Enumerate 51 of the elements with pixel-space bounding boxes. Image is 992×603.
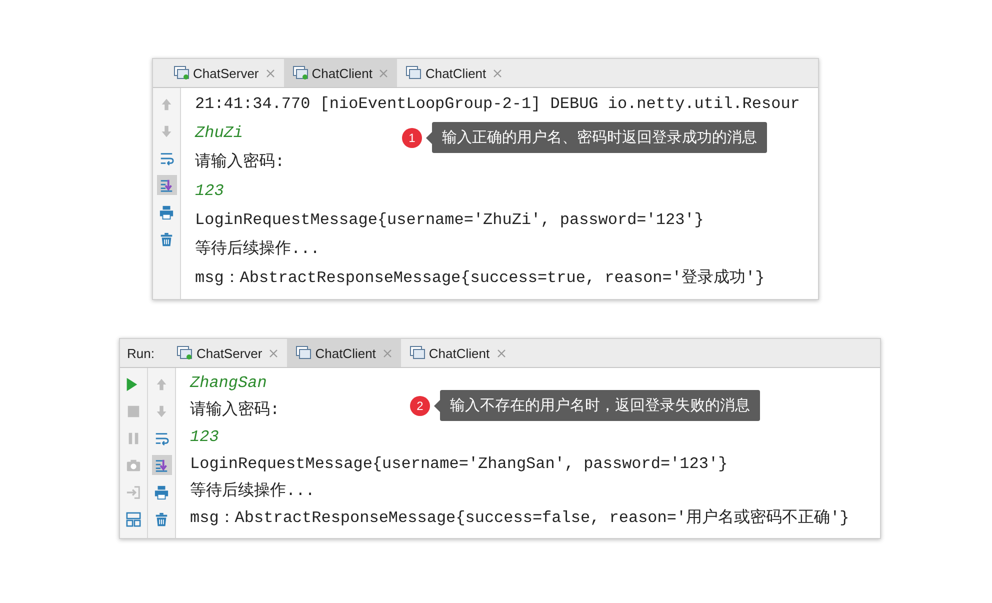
- console-tab[interactable]: ChatClient: [397, 59, 512, 87]
- number-badge: 1: [402, 128, 422, 148]
- console-output-line: 等待后续操作...: [195, 238, 320, 260]
- console-output-line: 请输入密码:: [195, 152, 285, 173]
- console-tab[interactable]: ChatClient: [400, 339, 515, 367]
- close-icon[interactable]: [266, 68, 275, 78]
- console-tab[interactable]: ChatClient: [287, 339, 401, 367]
- printer-icon: [154, 484, 169, 500]
- camera-icon: [126, 458, 141, 472]
- callout-pointer: [434, 400, 440, 412]
- console-input-line: ZhuZi: [195, 123, 244, 144]
- arrow-up-icon: [154, 376, 169, 392]
- layout-icon: [126, 512, 141, 526]
- callout-tooltip: 输入正确的用户名、密码时返回登录成功的消息: [432, 122, 767, 153]
- close-icon[interactable]: [379, 68, 388, 78]
- close-icon[interactable]: [496, 348, 506, 358]
- console-tab[interactable]: ChatServer: [168, 339, 288, 367]
- console-output-line: 请输入密码:: [190, 400, 280, 421]
- scroll-to-end-icon: [159, 178, 174, 192]
- callout-tooltip: 输入不存在的用户名时，返回登录失败的消息: [440, 390, 760, 421]
- console-tab[interactable]: ChatClient: [284, 59, 398, 87]
- printer-icon: [159, 204, 174, 220]
- arrow-up-icon: [159, 96, 174, 112]
- scroll-to-end-icon: [154, 458, 169, 472]
- callout-pointer: [426, 132, 432, 144]
- wrap-icon: [159, 150, 174, 166]
- console-output-line: msg：AbstractResponseMessage{success=true, reason='登录成功'}: [195, 268, 765, 289]
- console-input-line: 123: [190, 427, 219, 448]
- close-icon[interactable]: [382, 348, 392, 358]
- scroll-to-end-button[interactable]: [156, 175, 176, 195]
- console-tab[interactable]: ChatServer: [165, 59, 284, 87]
- sign-in-icon: [126, 484, 141, 500]
- console-input-line: ZhangSan: [190, 373, 267, 394]
- scroll-to-end-button[interactable]: [152, 455, 172, 475]
- console-output-line: msg：AbstractResponseMessage{success=false, reason='用户名或密码不正确'}: [190, 508, 850, 529]
- run-label: Run:: [127, 344, 156, 362]
- close-icon[interactable]: [269, 348, 278, 358]
- trash-icon: [159, 232, 174, 246]
- trash-icon: [154, 512, 169, 526]
- stop-icon: [126, 404, 141, 418]
- console-output-line: 21:41:34.770 [nioEventLoopGroup-2-1] DEBUG io.netty.util.Resour: [195, 94, 800, 115]
- console-output-line: LoginRequestMessage{username='ZhuZi', password='123'}: [195, 210, 704, 231]
- number-badge: 2: [410, 396, 430, 416]
- console-output-line: LoginRequestMessage{username='ZhangSan', password='123'}: [190, 454, 728, 475]
- wrap-icon: [154, 430, 169, 446]
- close-icon[interactable]: [493, 68, 502, 78]
- console-input-line: 123: [195, 181, 224, 202]
- arrow-down-icon: [154, 404, 169, 418]
- pause-icon: [126, 430, 141, 446]
- console-output-line: 等待后续操作...: [190, 480, 315, 502]
- arrow-down-icon: [159, 124, 174, 138]
